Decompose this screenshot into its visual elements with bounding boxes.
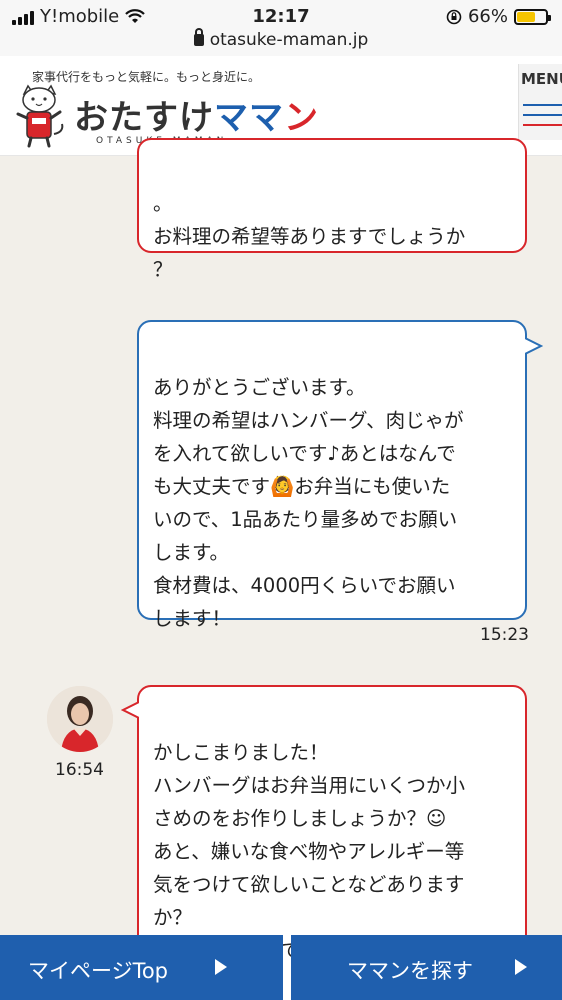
bubble-tail-icon — [525, 337, 543, 355]
orientation-lock-icon — [446, 9, 462, 24]
logo-part-mama: ママ — [214, 98, 284, 138]
tagline: 家事代行をもっと気軽に。もっと身近に。 — [32, 70, 261, 84]
menu-line-icon — [523, 114, 562, 116]
play-arrow-icon — [215, 959, 227, 975]
message-text: ありがとうございます。 料理の希望はハンバーグ、肉じゃが を入れて欲しいです♪あ… — [153, 376, 464, 630]
menu-line-icon — [523, 104, 562, 106]
menu-label: MENU — [521, 70, 562, 88]
address-bar[interactable]: otasuke-maman.jp — [0, 28, 562, 56]
message-text: 。 お料理の希望等ありますでしょうか ？ — [153, 192, 466, 281]
battery-info: 66% — [446, 6, 551, 27]
message-time: 15:23 — [480, 625, 529, 645]
logo-part-n: ン — [284, 98, 319, 138]
battery-icon — [514, 8, 551, 25]
message-time: 16:54 — [55, 760, 104, 780]
avatar[interactable] — [47, 686, 113, 752]
battery-percent: 66% — [467, 6, 508, 27]
status-bar: Y!mobile 12:17 66% — [0, 0, 562, 34]
logo-part-otasuke: おたすけ — [74, 98, 214, 138]
battery-fill — [517, 11, 536, 22]
menu-line-icon — [523, 124, 562, 126]
mypage-top-label: マイページTop — [28, 959, 169, 983]
mypage-top-button[interactable]: マイページTop — [0, 935, 283, 1000]
message-bubble-sent: ありがとうございます。 料理の希望はハンバーグ、肉じゃが を入れて欲しいです♪あ… — [137, 320, 527, 630]
site-logo[interactable]: おたすけママン — [74, 90, 319, 139]
message-bubble-received: 。 お料理の希望等ありますでしょうか ？ — [137, 138, 527, 281]
play-arrow-icon — [515, 959, 527, 975]
message-text: かしこまりました！ ハンバーグはお弁当用にいくつか小 さめのをお作りしましょうか… — [153, 741, 466, 962]
person-photo-icon — [47, 686, 113, 752]
lock-icon — [193, 28, 204, 46]
url-text: otasuke-maman.jp — [209, 30, 369, 50]
bubble-tail-icon — [121, 701, 139, 719]
find-maman-label: ママンを探す — [347, 959, 473, 983]
find-maman-button[interactable]: ママンを探す — [291, 935, 562, 1000]
cat-mascot-icon[interactable] — [14, 84, 66, 148]
menu-button[interactable]: MENU — [518, 64, 562, 140]
